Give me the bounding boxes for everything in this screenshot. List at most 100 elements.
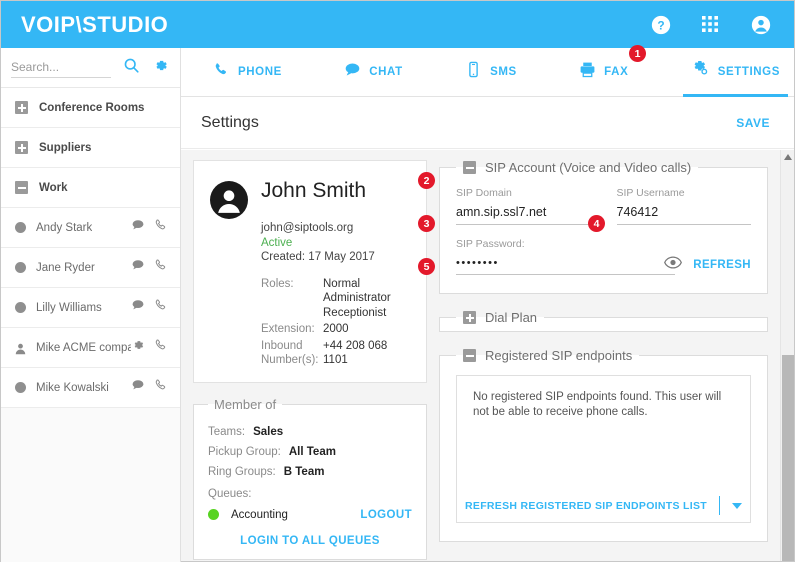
collapse-minus-icon[interactable] — [463, 349, 476, 362]
gear-icon[interactable] — [131, 338, 145, 357]
sip-password-col: SIP Password: — [456, 238, 676, 275]
member-row-ring-groups: Ring Groups: B Team — [208, 466, 412, 478]
contact-actions — [131, 218, 168, 237]
list-item[interactable]: Andy Stark — [1, 208, 180, 248]
sip-password-input[interactable] — [456, 254, 676, 275]
chat-icon[interactable] — [131, 218, 145, 237]
refresh-registered-endpoints-button[interactable]: REFRESH REGISTERED SIP ENDPOINTS LIST — [465, 500, 707, 512]
sip-account-legend[interactable]: SIP Account (Voice and Video calls) — [456, 160, 698, 175]
member-key: Teams: — [208, 425, 246, 438]
profile-inbound-row: Inbound Number(s): +44 208 068 1101 — [261, 339, 410, 368]
registered-endpoints-legend[interactable]: Registered SIP endpoints — [456, 348, 639, 363]
queue-row: Accounting LOGOUT — [208, 509, 412, 521]
badge-5: 5 — [418, 258, 435, 275]
profile-roles-row: Roles: Normal Administrator Receptionist — [261, 277, 410, 321]
sip-password-field: SIP Password: REFRESH — [456, 238, 751, 275]
app-logo: VOIP\STUDIO — [21, 11, 169, 37]
sip-domain-label: SIP Domain — [456, 187, 512, 199]
collapse-minus-icon[interactable] — [463, 161, 476, 174]
sidebar-group-label: Suppliers — [39, 141, 92, 154]
contact-actions — [131, 298, 168, 317]
sip-account-legend-label: SIP Account (Voice and Video calls) — [485, 160, 692, 175]
search-icon[interactable] — [123, 57, 140, 79]
list-item[interactable]: Mike ACME company — [1, 328, 180, 368]
endpoints-footer: REFRESH REGISTERED SIP ENDPOINTS LIST — [457, 489, 750, 522]
sip-username-input[interactable] — [616, 202, 751, 225]
help-icon[interactable]: ? — [650, 14, 672, 36]
chat-icon[interactable] — [131, 258, 145, 277]
registered-endpoints-panel: Registered SIP endpoints No registered S… — [439, 348, 768, 542]
sip-domain-input[interactable] — [456, 202, 591, 225]
sidebar-group-suppliers[interactable]: Suppliers — [1, 128, 180, 168]
sidebar-search-row — [1, 48, 180, 88]
sidebar-group-work[interactable]: Work — [1, 168, 180, 208]
tab-label: SMS — [490, 66, 517, 78]
avatar — [210, 181, 248, 219]
gear-icon[interactable] — [152, 57, 169, 79]
profile-created: Created: 17 May 2017 — [261, 251, 375, 263]
sms-icon — [465, 61, 482, 83]
member-key: Pickup Group: — [208, 445, 281, 458]
contact-name: Andy Stark — [36, 221, 93, 234]
account-icon[interactable] — [750, 14, 772, 36]
profile-extension-row: Extension: 2000 — [261, 322, 410, 337]
dial-plan-legend-label: Dial Plan — [485, 310, 538, 325]
collapse-minus-icon[interactable] — [15, 181, 28, 194]
queue-name: Accounting — [231, 508, 288, 521]
profile-extension-value: 2000 — [323, 323, 349, 335]
sip-username-field: SIP Username — [616, 187, 751, 225]
list-item[interactable]: Mike Kowalski — [1, 368, 180, 408]
dial-plan-legend[interactable]: Dial Plan — [456, 310, 544, 325]
member-of-panel: Member of Teams: Sales Pickup Group: All… — [193, 396, 427, 560]
search-input[interactable] — [11, 57, 111, 78]
member-value: All Team — [288, 445, 336, 458]
badge-1: 1 — [629, 45, 646, 62]
role-item: Normal — [323, 277, 361, 290]
presence-indicator — [15, 262, 26, 273]
save-button[interactable]: SAVE — [736, 116, 770, 130]
eye-icon[interactable] — [664, 256, 682, 272]
apps-grid-icon[interactable] — [700, 14, 722, 36]
expand-plus-icon[interactable] — [15, 141, 28, 154]
tab-phone[interactable]: PHONE — [199, 48, 296, 97]
tab-bar: PHONE CHAT SMS FAX SETTINGS 1 — [181, 45, 794, 97]
badge-3: 3 — [418, 215, 435, 232]
person-icon — [15, 342, 26, 355]
list-item[interactable]: Lilly Williams — [1, 288, 180, 328]
phone-icon[interactable] — [154, 338, 168, 357]
member-row-pickup-group: Pickup Group: All Team — [208, 446, 412, 458]
scroll-up-icon[interactable] — [781, 150, 795, 164]
phone-icon[interactable] — [154, 258, 168, 277]
chat-icon[interactable] — [131, 298, 145, 317]
profile-roles-label: Roles: — [261, 277, 294, 290]
profile-inbound-label: Inbound Number(s): — [261, 339, 319, 367]
sip-password-refresh-button[interactable]: REFRESH — [693, 259, 751, 275]
chat-icon[interactable] — [131, 378, 145, 397]
phone-icon — [213, 61, 230, 83]
sidebar: Conference Rooms Suppliers Work Andy Sta… — [1, 48, 181, 562]
sidebar-group-conference-rooms[interactable]: Conference Rooms — [1, 88, 180, 128]
scrollbar-thumb[interactable] — [782, 355, 794, 561]
tab-settings[interactable]: SETTINGS — [677, 48, 794, 97]
contact-actions — [131, 338, 168, 357]
page-title: Settings — [201, 113, 259, 131]
expand-plus-icon[interactable] — [15, 101, 28, 114]
queue-logout-button[interactable]: LOGOUT — [360, 509, 412, 521]
phone-icon[interactable] — [154, 378, 168, 397]
registered-endpoints-legend-label: Registered SIP endpoints — [485, 348, 633, 363]
vertical-scrollbar[interactable] — [780, 150, 794, 561]
sip-domain-field: SIP Domain — [456, 187, 591, 225]
phone-icon[interactable] — [154, 298, 168, 317]
tab-sms[interactable]: SMS — [451, 48, 531, 97]
tab-chat[interactable]: CHAT — [330, 48, 417, 97]
expand-plus-icon[interactable] — [463, 311, 476, 324]
divider — [718, 496, 720, 515]
chevron-down-icon[interactable] — [731, 502, 742, 509]
presence-indicator — [15, 302, 26, 313]
right-column: SIP Account (Voice and Video calls) SIP … — [418, 160, 768, 561]
profile-meta: john@siptools.org Active Created: 17 May… — [261, 221, 410, 265]
profile-email: john@siptools.org — [261, 222, 354, 234]
login-to-all-queues-button[interactable]: LOGIN TO ALL QUEUES — [208, 535, 412, 547]
phone-icon[interactable] — [154, 218, 168, 237]
list-item[interactable]: Jane Ryder — [1, 248, 180, 288]
